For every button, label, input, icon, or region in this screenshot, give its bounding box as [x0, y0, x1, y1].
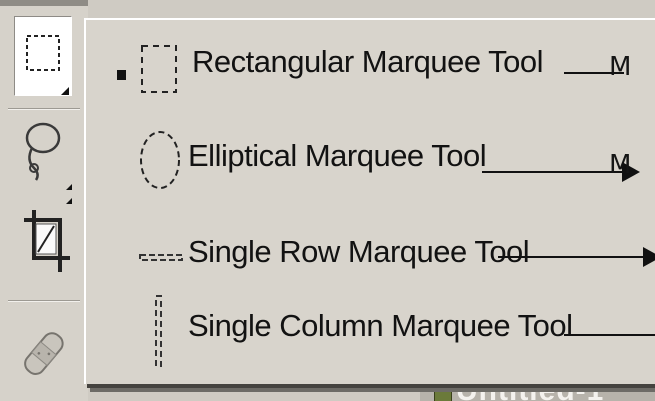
- menu-item-rectangular-marquee[interactable]: Rectangular Marquee Tool M: [86, 24, 655, 104]
- bandage-icon: [24, 332, 64, 375]
- pointer-arrow: [564, 334, 655, 336]
- single-column-marquee-icon: [155, 295, 162, 367]
- elliptical-marquee-icon: [140, 131, 180, 189]
- arrowhead-icon: [643, 247, 655, 267]
- photoshop-workspace: Untitled-1 Rectangular Marquee Tool M El…: [0, 0, 655, 401]
- menu-item-label: Rectangular Marquee Tool: [192, 44, 544, 79]
- crop-tool[interactable]: [14, 196, 72, 276]
- menu-item-label: Single Column Marquee Tool: [188, 308, 573, 343]
- menu-item-elliptical-marquee[interactable]: Elliptical Marquee Tool M: [86, 120, 655, 200]
- tools-panel: [0, 0, 88, 401]
- panel-edge: [0, 0, 88, 6]
- rectangular-marquee-tool[interactable]: [14, 16, 72, 96]
- rectangular-marquee-icon: [26, 35, 69, 95]
- menu-item-single-column-marquee[interactable]: Single Column Marquee Tool: [86, 290, 655, 370]
- menu-item-label: Single Row Marquee Tool: [188, 234, 530, 269]
- pointer-arrow: [482, 171, 622, 173]
- crop-icon: [24, 198, 72, 272]
- healing-brush-tool[interactable]: [14, 310, 72, 390]
- tool-separator: [8, 300, 80, 302]
- tool-separator: [8, 108, 80, 110]
- shortcut-key: M: [609, 52, 632, 82]
- lasso-icon: [25, 122, 72, 190]
- pointer-arrow: [498, 256, 648, 258]
- selected-indicator: [117, 70, 126, 80]
- menu-item-single-row-marquee[interactable]: Single Row Marquee Tool: [86, 216, 655, 296]
- shortcut-key: M: [609, 150, 632, 180]
- menu-item-label: Elliptical Marquee Tool: [188, 138, 487, 173]
- marquee-tools-flyout-menu: Rectangular Marquee Tool M Elliptical Ma…: [84, 18, 655, 384]
- lasso-tool[interactable]: [14, 116, 72, 196]
- rectangular-marquee-icon: [141, 45, 177, 93]
- single-row-marquee-icon: [139, 254, 183, 261]
